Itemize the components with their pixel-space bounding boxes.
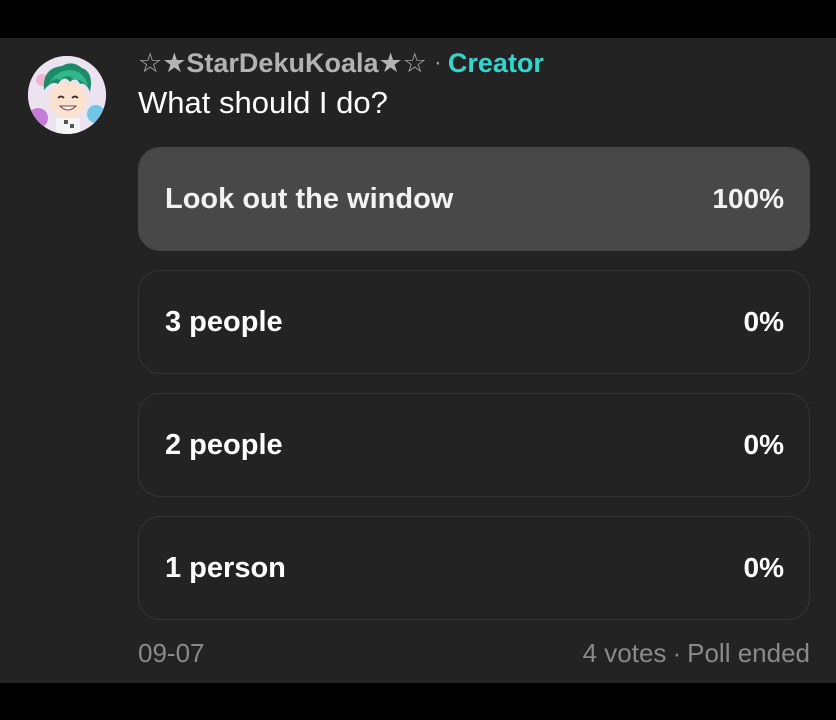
poll-option-percent: 0% [743,306,784,337]
poll-option-label: 3 people [165,305,283,338]
header-separator: · [433,49,442,76]
poll-option-label: 2 people [165,428,283,461]
post-header: ☆★StarDekuKoala★☆ · Creator [138,46,544,80]
poll-question: What should I do? [138,85,388,120]
avatar-image [28,56,106,134]
poll-option[interactable]: 3 people 0% [138,270,810,374]
poll-footer: 4 votes · Poll ended [583,638,810,669]
footer-separator: · [672,638,682,668]
poll-post: ☆★StarDekuKoala★☆ · Creator What should … [0,38,836,683]
vote-count: 4 votes [582,638,667,668]
poll-option-percent: 100% [712,183,784,214]
avatar[interactable] [28,56,106,134]
creator-badge: Creator [447,47,544,78]
poll-status: Poll ended [687,638,810,668]
poll-options: Look out the window 100% 3 people 0% 2 p… [138,147,810,639]
poll-option-label: Look out the window [165,182,454,215]
poll-option-percent: 0% [743,429,784,460]
poll-option[interactable]: Look out the window 100% [138,147,810,251]
poll-option-percent: 0% [743,552,784,583]
post-date: 09-07 [138,638,205,668]
poll-option-label: 1 person [165,551,286,584]
author-name[interactable]: ☆★StarDekuKoala★☆ [138,48,427,79]
poll-option[interactable]: 1 person 0% [138,516,810,620]
poll-option[interactable]: 2 people 0% [138,393,810,497]
